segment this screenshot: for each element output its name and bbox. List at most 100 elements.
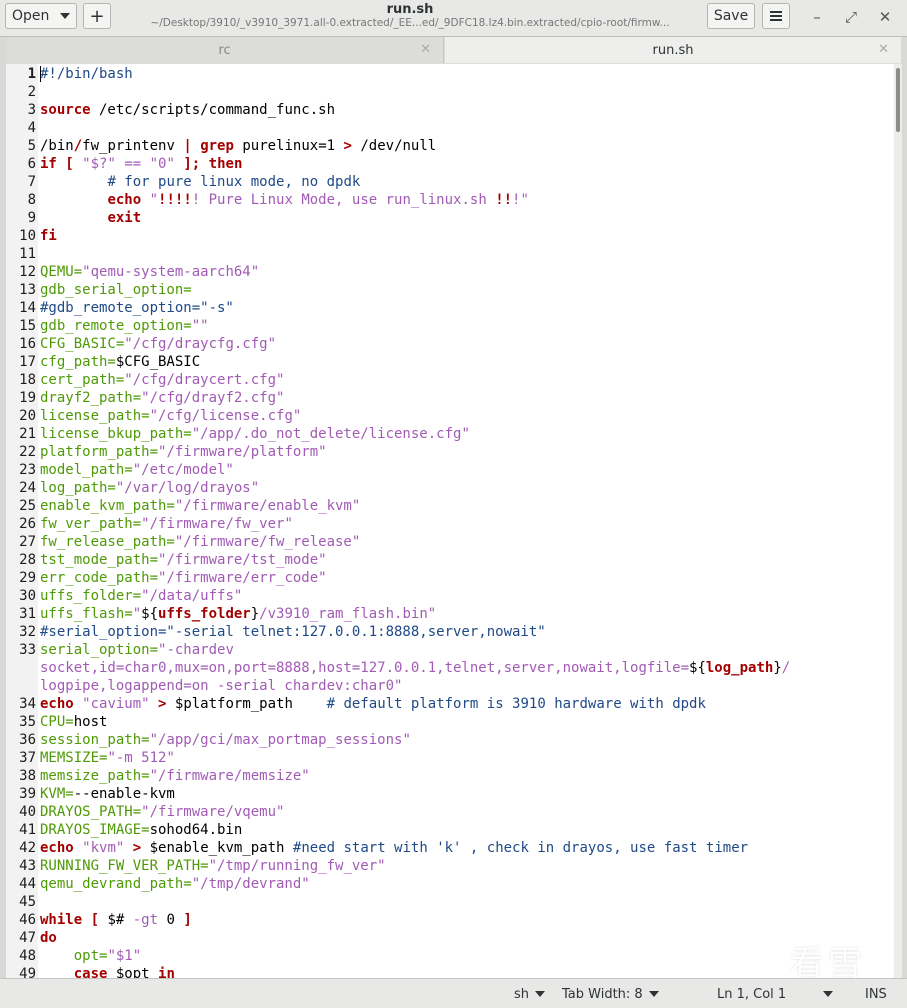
code-line[interactable]: 11 [6,245,894,263]
line-number: 13 [19,282,36,298]
code-line[interactable]: 31 uffs_flash="${uffs_folder}/v3910_ram_f… [6,605,894,623]
code-text: gdb_serial_option= [40,282,192,298]
code-line[interactable]: 14 #gdb_remote_option="-s" [6,299,894,317]
code-line[interactable]: 44 qemu_devrand_path="/tmp/devrand" [6,875,894,893]
close-icon[interactable]: ✕ [878,42,889,57]
code-line[interactable]: 17 cfg_path=$CFG_BASIC [6,353,894,371]
line-number: 27 [19,534,36,550]
code-line[interactable]: 1 #!/bin/bash [6,65,894,83]
code-line[interactable]: 34 echo "cavium" > $platform_path # defau… [6,695,894,713]
code-line[interactable]: 5/bin/fw_printenv | grep purelinux=1 > /… [6,137,894,155]
code-line[interactable]: 23 model_path="/etc/model" [6,461,894,479]
code-line[interactable]: 19 drayf2_path="/cfg/drayf2.cfg" [6,389,894,407]
code-text: exit [107,210,142,226]
code-line[interactable]: 18 cert_path="/cfg/draycert.cfg" [6,371,894,389]
code-line[interactable]: 3 source /etc/scripts/command_func.sh [6,101,894,119]
line-number: 46 [19,912,36,928]
line-number: 15 [19,318,36,334]
save-button[interactable]: Save [707,3,755,29]
overwrite-mode-dropdown[interactable] [823,984,833,1004]
maximize-button[interactable]: ⤢ [840,6,862,28]
line-number: 48 [19,948,36,964]
code-line[interactable]: 29 err_code_path="/firmware/err_code" [6,569,894,587]
code-text: MEMSIZE="-m 512" [40,750,175,766]
code-line[interactable]: 43 RUNNING_FW_VER_PATH="/tmp/running_fw_v… [6,857,894,875]
line-number: 28 [19,552,36,568]
code-text: echo "cavium" > $platform_path # default… [40,696,706,712]
language-label: sh [514,986,530,1002]
tab-rc[interactable]: rc ✕ [6,37,444,63]
language-selector[interactable]: sh [514,984,546,1004]
line-number: 38 [19,768,36,784]
open-button[interactable]: Open [5,3,77,29]
new-tab-button[interactable]: + [83,3,111,29]
code-line[interactable]: 12 QEMU="qemu-system-aarch64" [6,263,894,281]
code-line[interactable]: logpipe,logappend=on -serial chardev:cha… [6,677,894,695]
code-line[interactable]: 38 memsize_path="/firmware/memsize" [6,767,894,785]
close-icon[interactable]: ✕ [420,42,431,57]
code-line[interactable]: 6 if [ "$?" == "0" ]; then [6,155,894,173]
code-line[interactable]: 27 fw_release_path="/firmware/fw_release" [6,533,894,551]
close-window-button[interactable]: ✕ [874,6,896,28]
open-button-label: Open [12,8,50,24]
code-line[interactable]: 32 #serial_option="-serial telnet:127.0.0… [6,623,894,641]
code-line[interactable]: 7 # for pure linux mode, no dpdk [6,173,894,191]
code-line[interactable]: 39 KVM=--enable-kvm [6,785,894,803]
code-text: KVM=--enable-kvm [40,786,175,802]
code-line[interactable]: 21 license_bkup_path="/app/.do_not_delete… [6,425,894,443]
code-line[interactable]: 4 [6,119,894,137]
scrollbar-thumb[interactable] [896,68,900,132]
code-line[interactable]: 45 [6,893,894,911]
chevron-down-icon [60,13,70,19]
code-line[interactable]: 20 license_path="/cfg/license.cfg" [6,407,894,425]
code-line[interactable]: 15 gdb_remote_option="" [6,317,894,335]
code-text: gdb_remote_option="" [40,318,209,334]
tab-bar: rc ✕ run.sh ✕ [6,37,901,65]
code-line[interactable]: 42 echo "kvm" > $enable_kvm_path #need st… [6,839,894,857]
code-line[interactable]: 33 serial_option="-chardev [6,641,894,659]
code-line[interactable]: 35 CPU=host [6,713,894,731]
code-line[interactable]: 41 DRAYOS_IMAGE=sohod64.bin [6,821,894,839]
code-line[interactable]: socket,id=char0,mux=on,port=8888,host=12… [6,659,894,677]
line-number: 34 [19,696,36,712]
vertical-scrollbar[interactable] [894,64,902,978]
code-line[interactable]: 8 echo "!!!!! Pure Linux Mode, use run_l… [6,191,894,209]
code-line[interactable]: 16 CFG_BASIC="/cfg/draycfg.cfg" [6,335,894,353]
code-line[interactable]: 30 uffs_folder="/data/uffs" [6,587,894,605]
code-line[interactable]: 9 exit [6,209,894,227]
code-line[interactable]: 36 session_path="/app/gci/max_portmap_ses… [6,731,894,749]
code-line[interactable]: 22 platform_path="/firmware/platform" [6,443,894,461]
insert-mode-indicator: INS [865,986,887,1002]
menu-button[interactable] [762,3,790,29]
code-text: enable_kvm_path="/firmware/enable_kvm" [40,498,361,514]
line-number: 9 [27,210,36,226]
code-editor[interactable]: 1 #!/bin/bash 2 3 source /etc/scripts/comman… [6,64,894,978]
line-number: 47 [19,930,36,946]
window-title: run.sh [386,2,434,17]
line-number: 10 [19,228,36,244]
code-text: case $opt in [73,966,175,978]
code-line[interactable]: 25 enable_kvm_path="/firmware/enable_kvm" [6,497,894,515]
minimize-button[interactable]: – [806,6,828,28]
code-line[interactable]: 2 [6,83,894,101]
line-number: 44 [19,876,36,892]
line-number: 7 [27,174,36,190]
code-line[interactable]: 37 MEMSIZE="-m 512" [6,749,894,767]
tab-run-sh[interactable]: run.sh ✕ [445,37,901,63]
window-subtitle: ~/Desktop/3910/_v3910_3971.all-0.extract… [150,17,670,29]
code-text: source /etc/scripts/command_func.sh [40,102,336,118]
line-number: 35 [19,714,36,730]
code-text: uffs_folder="/data/uffs" [40,588,243,604]
code-line[interactable]: 10 fi [6,227,894,245]
code-line[interactable]: 28 tst_mode_path="/firmware/tst_mode" [6,551,894,569]
tab-width-selector[interactable]: Tab Width: 8 [562,984,659,1004]
code-line[interactable]: 24 log_path="/var/log/drayos" [6,479,894,497]
code-line[interactable]: 46 while [ $# -gt 0 ] [6,911,894,929]
code-line[interactable]: 13 gdb_serial_option= [6,281,894,299]
code-text: cfg_path=$CFG_BASIC [40,354,201,370]
line-number: 1 [27,66,36,82]
code-line[interactable]: 40 DRAYOS_PATH="/firmware/vqemu" [6,803,894,821]
code-text: fw_release_path="/firmware/fw_release" [40,534,361,550]
code-line[interactable]: 26 fw_ver_path="/firmware/fw_ver" [6,515,894,533]
line-number: 25 [19,498,36,514]
